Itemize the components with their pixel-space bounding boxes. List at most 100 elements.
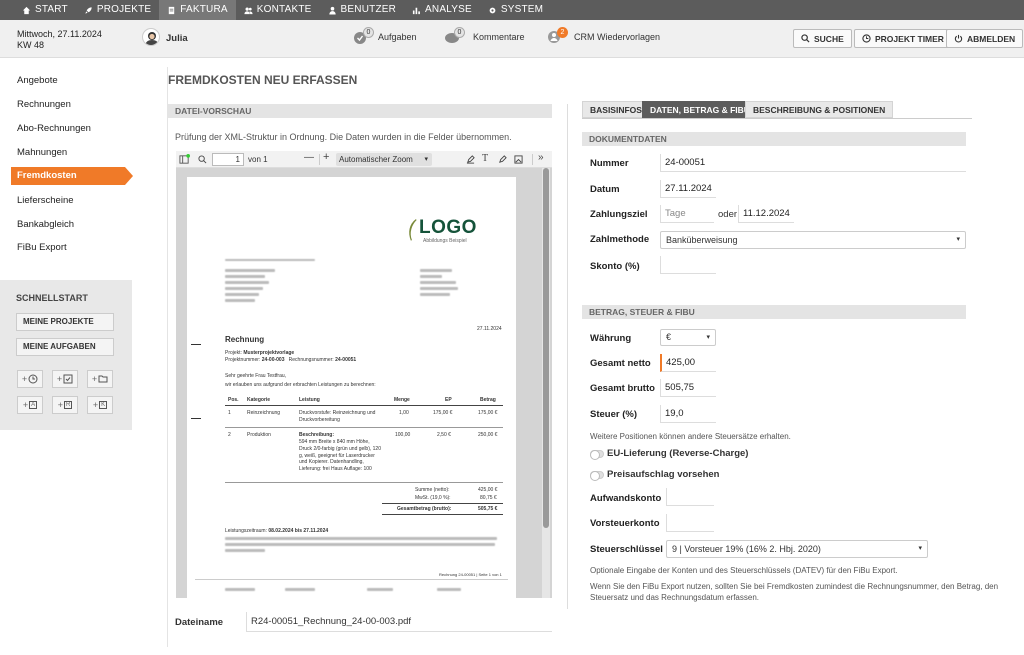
page-number-input[interactable]: 1 [212,153,244,166]
sidebar-item-mahnungen[interactable]: Mahnungen [17,147,67,158]
my-projects-button[interactable]: MEINE PROJEKTE [16,313,114,331]
nav-label: START [35,4,68,15]
table-rule [225,427,503,428]
add-invoice-button[interactable]: + R [52,396,78,414]
pdf-scrollbar[interactable] [542,168,550,598]
add-folder-button[interactable]: + [87,370,113,388]
pdf-total: 505,75 € [478,506,498,512]
nummer-field[interactable]: 24-00051 [660,154,966,172]
add-contact-button[interactable]: + K [87,396,113,414]
zahlungsziel-label: Zahlungsziel [590,209,648,220]
sidebar-item-angebote[interactable]: Angebote [17,75,58,86]
my-tasks-button[interactable]: MEINE AUFGABEN [16,338,114,356]
tab-daten-betrag-fibu[interactable]: DATEN, BETRAG & FIBU [642,101,758,118]
brutto-field[interactable]: 505,75 [660,379,716,397]
avatar[interactable] [142,28,160,46]
vorsteuerkonto-field[interactable] [666,514,714,532]
search-icon[interactable] [198,155,207,164]
add-time-button[interactable]: + [17,370,43,388]
netto-label: Gesamt netto [590,358,651,369]
zahlmethode-value: Banküberweisung [666,235,738,245]
address-line [420,293,450,296]
filename-field[interactable]: R24-00051_Rechnung_24-00-003.pdf [246,612,552,632]
zoom-out-button[interactable]: — [304,152,314,163]
comments-link[interactable]: 0 Kommentare [444,27,525,45]
draw-icon[interactable] [498,155,507,164]
aufwandskonto-field[interactable] [666,488,714,506]
sidebar-toggle-icon[interactable] [179,154,190,165]
pdf-row1-menge: 1,00 [399,410,409,416]
sidebar-item-rechnungen[interactable]: Rechnungen [17,99,71,110]
nav-start[interactable]: START [14,0,76,20]
gear-icon [489,7,496,13]
more-tools-icon[interactable]: » [538,152,544,163]
nav-benutzer[interactable]: BENUTZER [320,0,405,20]
highlight-icon[interactable] [466,155,475,164]
pdf-greeting: Sehr geehrte Frau Testfrau, [225,373,287,379]
preview-section-title: DATEI-VORSCHAU [168,104,552,118]
eu-delivery-toggle[interactable] [590,450,604,460]
zahlungsziel-date-field[interactable]: 11.12.2024 [738,205,794,223]
pdf-row1-pos: 1 [228,410,231,416]
pdf-body-line [225,537,497,540]
logout-button[interactable]: ABMELDEN [946,29,1024,48]
steuer-label: Steuer (%) [590,409,637,420]
toolbar-divider [319,154,320,165]
brutto-label: Gesamt brutto [590,383,655,394]
address-line [420,281,456,284]
sidebar-item-fibu-export[interactable]: FiBu Export [17,242,67,253]
sidebar-item-lieferscheine[interactable]: Lieferscheine [17,195,74,206]
tab-beschreibung-positionen[interactable]: BESCHREIBUNG & POSITIONEN [745,101,894,118]
zahlmethode-select[interactable]: Banküberweisung ▾ [660,231,966,249]
scrollbar-thumb[interactable] [543,168,549,528]
zoom-in-button[interactable]: + [323,151,329,163]
table-rule [382,514,503,515]
zahlungsziel-days-input[interactable]: Tage [660,205,714,223]
steuer-field[interactable]: 19,0 [660,405,716,423]
sidebar-item-fremdkosten[interactable]: Fremdkosten [11,167,133,185]
pdf-row2-menge: 100,00 [395,432,411,438]
nav-label: FAKTURA [180,4,228,15]
pdf-viewer[interactable]: LOGO Abbildungs Beispiel 27.11.2024 Rech… [176,168,552,598]
contacts-icon [244,7,253,14]
pdf-row1-kat: Reinzeichnung [247,410,281,416]
netto-field[interactable]: 425,00 [660,354,716,372]
nav-projekte[interactable]: PROJEKTE [76,0,159,20]
tasks-label: Aufgaben [378,32,417,42]
tab-underline [582,118,972,119]
skonto-field[interactable] [660,256,716,274]
address-line [420,287,458,290]
tasks-link[interactable]: 0 Aufgaben [353,27,417,45]
nav-system[interactable]: SYSTEM [480,0,551,20]
add-offer-button[interactable]: + A [17,396,43,414]
user-icon [328,6,336,15]
image-icon[interactable] [514,155,523,164]
price-surcharge-toggle[interactable] [590,471,604,481]
search-button[interactable]: SUCHE [793,29,852,48]
or-label: oder [718,209,738,220]
quickstart-title: SCHNELLSTART [16,293,88,303]
waehrung-select[interactable]: € ▾ [660,329,716,346]
pdf-col-leistung: Leistung [299,397,320,403]
nav-analyse[interactable]: ANALYSE [404,0,480,20]
tab-basisinfos[interactable]: BASISINFOS [582,101,650,118]
pdf-row2-kat: Produktion [247,432,271,438]
steuerschluessel-select[interactable]: 9 | Vorsteuer 19% (16% 2. Hbj. 2020) ▾ [666,540,928,558]
nav-faktura[interactable]: FAKTURA [159,0,236,20]
nav-label: SYSTEM [500,4,544,15]
pdf-sum: 425,00 € [478,487,498,493]
zoom-select[interactable]: Automatischer Zoom ▾ [336,153,432,166]
chevron-down-icon: ▾ [956,236,960,243]
sidebar-item-bankabgleich[interactable]: Bankabgleich [17,219,74,230]
pdf-body-line [225,549,265,552]
crm-link[interactable]: 2 CRM Wiedervorlagen [547,27,660,45]
sidebar-item-abo-rechnungen[interactable]: Abo-Rechnungen [17,123,91,134]
project-timer-button[interactable]: PROJEKT TIMER [854,29,952,48]
chevron-down-icon: ▾ [424,156,428,163]
add-task-button[interactable]: + [52,370,78,388]
user-name: Julia [166,33,188,44]
text-tool-icon[interactable]: T [482,153,488,164]
nav-kontakte[interactable]: KONTAKTE [236,0,320,20]
datum-field[interactable]: 27.11.2024 [660,180,716,198]
pdf-sum-label: Summe (netto): [415,487,450,493]
